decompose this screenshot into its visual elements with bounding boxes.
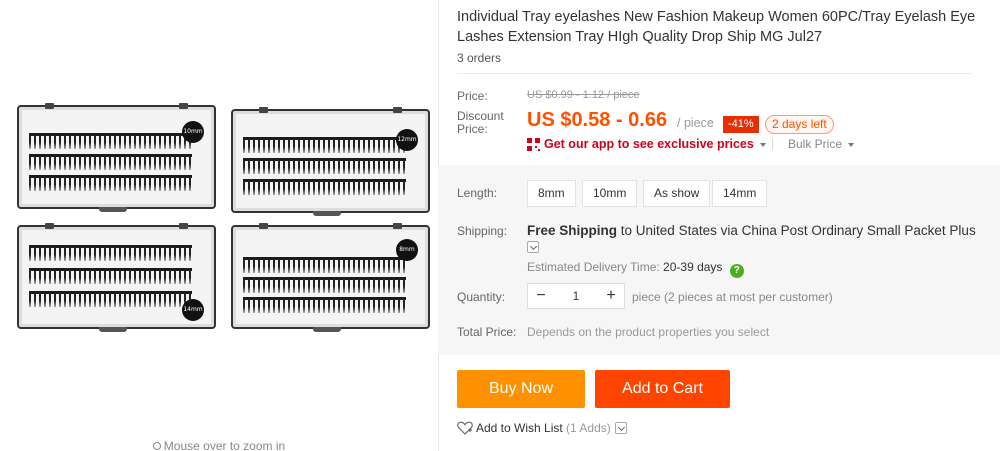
- discount-badge: -41%: [723, 116, 759, 133]
- lash-tray-10mm: 10mm: [17, 103, 216, 212]
- wish-list-label: Add to Wish List: [476, 421, 563, 435]
- chevron-down-icon: [848, 142, 855, 147]
- discount-price: US $0.58 - 0.66: [527, 109, 668, 131]
- app-promo-link[interactable]: Get our app to see exclusive prices: [544, 137, 766, 151]
- original-price: US $0.99 - 1.12 / piece: [527, 89, 640, 101]
- zoom-hint: Mouse over to zoom in: [0, 439, 438, 451]
- countdown-badge: 2 days left: [765, 115, 834, 134]
- magnifier-icon: [152, 442, 161, 450]
- decrease-quantity-button[interactable]: −: [528, 284, 554, 308]
- length-option-14mm[interactable]: 14mm: [712, 180, 768, 207]
- product-gallery[interactable]: 10mm 12mm 14mm 8mm Mouse over to zoom in: [0, 0, 438, 451]
- total-price-value: Depends on the product properties you se…: [527, 325, 770, 339]
- order-count[interactable]: 3 orders: [457, 51, 501, 65]
- product-title: Individual Tray eyelashes New Fashion Ma…: [457, 9, 976, 45]
- shipping-method[interactable]: Free Shipping to United States via China…: [527, 223, 987, 255]
- delivery-estimate: Estimated Delivery Time: 20-39 days ?: [527, 260, 744, 278]
- length-label: Length:: [457, 186, 498, 200]
- free-shipping-text: Free Shipping: [527, 223, 618, 238]
- heart-icon: [457, 421, 473, 435]
- qr-code-icon: [527, 138, 540, 151]
- size-badge: 14mm: [182, 299, 204, 321]
- bulk-price-dropdown[interactable]: Bulk Price: [788, 137, 855, 151]
- lash-tray-8mm: 8mm: [231, 223, 430, 332]
- product-image[interactable]: 10mm 12mm 14mm 8mm: [15, 95, 430, 332]
- wish-list-count: (1 Adds): [566, 421, 611, 435]
- discount-price-label: Discount Price:: [457, 109, 504, 136]
- chevron-down-icon[interactable]: [527, 241, 539, 254]
- chevron-down-icon[interactable]: [614, 422, 627, 434]
- separator: [772, 138, 773, 150]
- size-badge: 12mm: [396, 129, 418, 151]
- length-option-as-show[interactable]: As show: [643, 180, 711, 207]
- length-option-10mm[interactable]: 10mm: [582, 180, 638, 207]
- help-icon[interactable]: ?: [729, 264, 744, 278]
- size-badge: 8mm: [396, 239, 418, 261]
- add-to-wish-list[interactable]: Add to Wish List (1 Adds): [457, 421, 627, 435]
- size-badge: 10mm: [182, 121, 204, 143]
- shipping-destination: to United States via China Post Ordinary…: [620, 223, 976, 238]
- price-label: Price:: [457, 89, 488, 103]
- quantity-label: Quantity:: [457, 290, 506, 304]
- delivery-days: 20-39 days: [663, 260, 723, 274]
- zoom-hint-text: Mouse over to zoom in: [163, 439, 286, 451]
- shipping-label: Shipping:: [457, 224, 508, 238]
- buy-now-button[interactable]: Buy Now: [457, 370, 585, 408]
- quantity-limit-note: piece (2 pieces at most per customer): [632, 290, 833, 304]
- add-to-cart-button[interactable]: Add to Cart: [595, 370, 730, 408]
- quantity-input[interactable]: 1: [554, 284, 598, 308]
- chevron-down-icon: [759, 142, 766, 147]
- price-unit: / piece: [677, 116, 714, 130]
- total-price-label: Total Price:: [457, 325, 517, 339]
- lash-tray-12mm: 12mm: [231, 107, 430, 216]
- increase-quantity-button[interactable]: +: [598, 284, 624, 308]
- lash-tray-14mm: 14mm: [17, 223, 216, 332]
- length-option-8mm[interactable]: 8mm: [527, 180, 576, 207]
- quantity-stepper: − 1 +: [527, 283, 625, 309]
- delivery-label: Estimated Delivery Time:: [527, 260, 660, 274]
- divider: [457, 73, 971, 74]
